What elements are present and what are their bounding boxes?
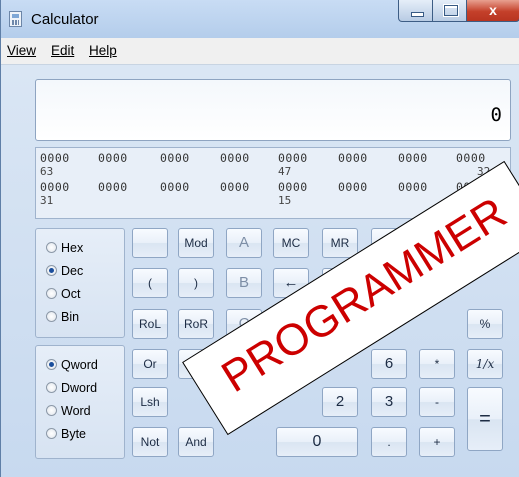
radio-label: Word: [61, 404, 91, 418]
radio-label: Hex: [61, 241, 84, 255]
window-title: Calculator: [31, 11, 99, 28]
word-size-radio-group: Qword Dword Word Byte: [35, 345, 125, 459]
bit-group[interactable]: 0000: [160, 180, 190, 194]
close-icon: x: [489, 2, 497, 18]
radio-label: Oct: [61, 287, 81, 301]
key-blank[interactable]: [132, 228, 168, 258]
bit-position-label: 47: [278, 165, 292, 178]
radio-button[interactable]: [46, 428, 57, 439]
title-bar[interactable]: Calculator x: [1, 0, 519, 38]
key-mc[interactable]: MC: [273, 228, 309, 258]
key-and[interactable]: And: [178, 427, 214, 457]
bit-group[interactable]: 0000: [456, 151, 486, 165]
key-subtract[interactable]: -: [419, 387, 455, 417]
radio-button-selected[interactable]: [46, 359, 57, 370]
radio-qword[interactable]: Qword: [46, 358, 98, 374]
bit-group[interactable]: 0000: [40, 151, 70, 165]
key-b[interactable]: B: [226, 268, 262, 298]
radio-label: Dword: [61, 381, 98, 395]
maximize-button[interactable]: [432, 0, 467, 22]
key-rol[interactable]: RoL: [132, 309, 168, 339]
key-not[interactable]: Not: [132, 427, 168, 457]
radio-dec[interactable]: Dec: [46, 264, 83, 280]
key-2[interactable]: 2: [322, 387, 358, 417]
calculator-icon: [9, 11, 22, 27]
radio-oct[interactable]: Oct: [46, 287, 80, 303]
bit-group[interactable]: 0000: [160, 151, 190, 165]
menu-bar: View Edit Help: [1, 38, 519, 65]
bit-group[interactable]: 0000: [220, 151, 250, 165]
menu-view[interactable]: View: [7, 43, 36, 58]
bit-group[interactable]: 0000: [398, 180, 428, 194]
menu-edit[interactable]: Edit: [51, 43, 74, 58]
menu-help[interactable]: Help: [89, 43, 117, 58]
key-lsh[interactable]: Lsh: [132, 387, 168, 417]
radio-button[interactable]: [46, 242, 57, 253]
key-reciprocal[interactable]: 1/x: [467, 349, 503, 379]
bit-group[interactable]: 0000: [220, 180, 250, 194]
radio-label: Qword: [61, 358, 98, 372]
radio-button[interactable]: [46, 382, 57, 393]
radio-label: Byte: [61, 427, 87, 441]
minimize-button[interactable]: [398, 0, 433, 22]
bit-position-label: 15: [278, 194, 292, 207]
bit-position-label: 63: [40, 165, 54, 178]
key-add[interactable]: +: [419, 427, 455, 457]
bit-group[interactable]: 0000: [98, 180, 128, 194]
key-decimal[interactable]: .: [371, 427, 407, 457]
calculator-window: Calculator x View Edit Help 0 0000 0000 …: [0, 0, 519, 477]
key-ror[interactable]: RoR: [178, 309, 214, 339]
key-equals[interactable]: =: [467, 387, 503, 451]
radio-bin[interactable]: Bin: [46, 310, 79, 326]
bit-group[interactable]: 0000: [278, 151, 308, 165]
bit-group[interactable]: 0000: [338, 180, 368, 194]
radio-byte[interactable]: Byte: [46, 427, 86, 443]
key-3[interactable]: 3: [371, 387, 407, 417]
key-0[interactable]: 0: [276, 427, 358, 457]
key-open-paren[interactable]: (: [132, 268, 168, 298]
radio-label: Dec: [61, 264, 84, 278]
radio-button-selected[interactable]: [46, 265, 57, 276]
key-multiply[interactable]: *: [419, 349, 455, 379]
minimize-icon: [411, 12, 424, 17]
key-or[interactable]: Or: [132, 349, 168, 379]
radio-button[interactable]: [46, 405, 57, 416]
key-6[interactable]: 6: [371, 349, 407, 379]
bit-group[interactable]: 0000: [40, 180, 70, 194]
key-close-paren[interactable]: ): [178, 268, 214, 298]
radio-button[interactable]: [46, 288, 57, 299]
radio-word[interactable]: Word: [46, 404, 91, 420]
radio-button[interactable]: [46, 311, 57, 322]
bit-group[interactable]: 0000: [338, 151, 368, 165]
close-button[interactable]: x: [466, 0, 519, 22]
radio-hex[interactable]: Hex: [46, 241, 83, 257]
bit-group[interactable]: 0000: [398, 151, 428, 165]
maximize-icon: [444, 5, 458, 16]
bit-group[interactable]: 0000: [278, 180, 308, 194]
display-value: 0: [490, 104, 502, 126]
radio-label: Bin: [61, 310, 80, 324]
key-percent[interactable]: %: [467, 309, 503, 339]
key-mod[interactable]: Mod: [178, 228, 214, 258]
bit-group[interactable]: 0000: [98, 151, 128, 165]
key-a[interactable]: A: [226, 228, 262, 258]
key-mr[interactable]: MR: [322, 228, 358, 258]
display: 0: [35, 79, 511, 141]
base-radio-group: Hex Dec Oct Bin: [35, 228, 125, 338]
bit-position-label: 31: [40, 194, 54, 207]
radio-dword[interactable]: Dword: [46, 381, 97, 397]
